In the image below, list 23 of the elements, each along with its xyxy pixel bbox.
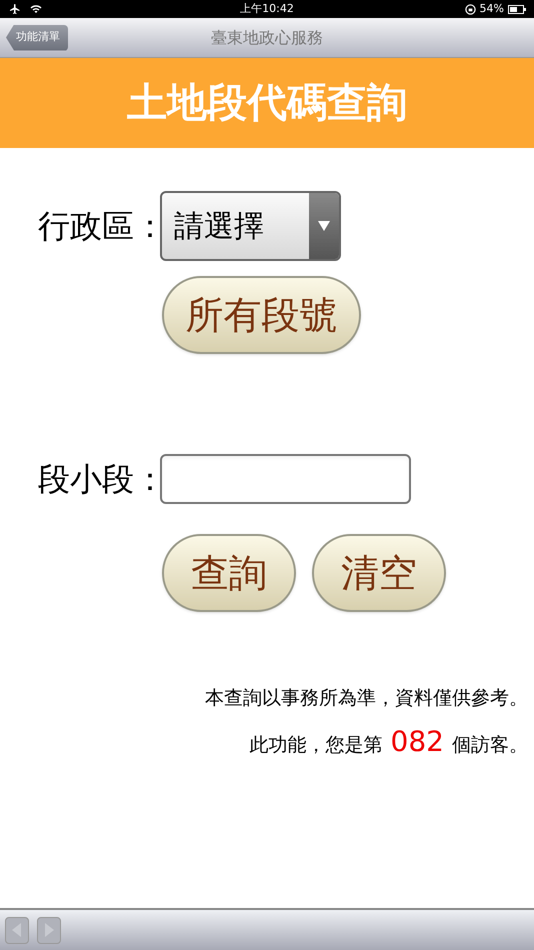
left-arrow-icon [12,923,22,937]
select-value: 請選擇 [173,208,265,246]
window-title: 臺東地政心服務 [211,26,323,48]
visitor-count: 082 [390,724,444,760]
visitor-text: 此功能，您是第 [250,732,383,758]
action-button[interactable]: 清空 [312,534,446,612]
disclaimer-text: 本查詢以事務所為準，資料僅供參考。 [205,686,528,711]
district-label: 行政區： [38,206,160,247]
wifi-icon [30,4,42,14]
action-button[interactable]: 查詢 [162,534,296,612]
section-label: 段小段： [38,459,160,500]
page-title: 土地段代碼查詢 [127,79,407,128]
right-arrow-icon [44,923,54,937]
clock: 上午10:42 [240,0,294,17]
all-sections-button[interactable]: 所有段號 [162,276,361,354]
airplane-icon [8,3,22,15]
section-input-field[interactable] [160,454,411,504]
rotation-lock-icon [464,4,476,14]
visitor-text: 個訪客。 [452,732,528,758]
dropdown-arrow-icon [318,220,330,232]
battery-percent: 54% [480,0,504,17]
district-select[interactable]: 請選擇 [160,191,341,261]
battery-icon [508,4,526,14]
